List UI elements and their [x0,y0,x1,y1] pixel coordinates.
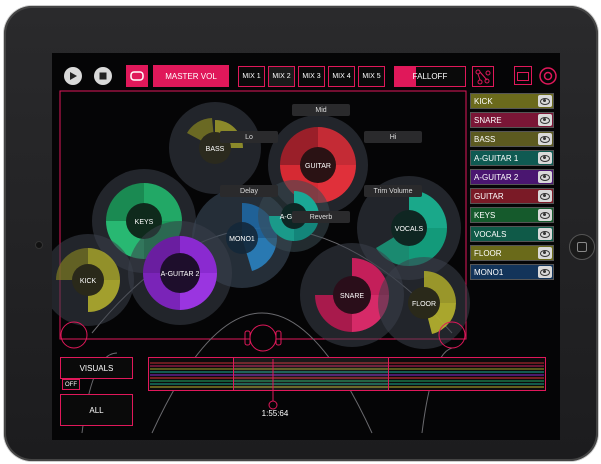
track-label: VOCALS [474,229,507,239]
app-screen: MASTER VOL MIX 1 MIX 2 MIX 3 MIX 4 MIX 5… [52,53,560,440]
timeline[interactable] [148,357,548,427]
time-readout: 1:55:64 [261,409,289,418]
eye-icon[interactable] [538,190,552,202]
track-label: SNARE [474,115,502,125]
node-label: MONO1 [229,236,255,243]
track-label: KICK [474,96,493,106]
track-item-a-guitar-2[interactable]: A-GUITAR 2 [470,169,554,185]
track-item-vocals[interactable]: VOCALS [470,226,554,242]
effect-tag-reverb[interactable]: Reverb [292,211,350,223]
playhead-handle[interactable] [268,400,278,410]
eye-icon[interactable] [538,247,552,259]
track-item-kick[interactable]: KICK [470,93,554,109]
track-label: A-GUITAR 1 [474,153,519,163]
track-label: A-GUITAR 2 [474,172,519,182]
all-label: ALL [89,405,104,415]
effect-tag-label: Hi [389,133,397,141]
visuals-label: VISUALS [79,363,114,373]
node-label: A-GUITAR 2 [161,271,200,278]
effect-tag-label: Reverb [309,213,333,221]
node-label: FLOOR [412,301,436,308]
eye-icon[interactable] [538,209,552,221]
visuals-button[interactable]: VISUALS [60,357,133,379]
effect-tag-label: Lo [245,133,253,141]
track-label: MONO1 [474,267,504,277]
effect-tag-lo[interactable]: Lo [220,131,278,143]
track-item-floor[interactable]: FLOOR [470,245,554,261]
node-bass[interactable]: BASS [169,102,261,194]
track-item-mono1[interactable]: MONO1 [470,264,554,280]
node-label: KEYS [135,219,154,226]
corner-handle-left[interactable] [60,321,88,349]
eye-icon[interactable] [538,171,552,183]
node-a-guitar-2[interactable]: A-GUITAR 2 [128,221,232,325]
all-button[interactable]: ALL [60,394,133,426]
node-label: GUITAR [305,163,331,170]
listener-head-handle[interactable] [244,324,282,352]
effect-tag-hi[interactable]: Hi [364,131,422,143]
visuals-toggle[interactable]: OFF [62,379,80,390]
ipad-device: MASTER VOL MIX 1 MIX 2 MIX 3 MIX 4 MIX 5… [4,6,598,461]
track-label: BASS [474,134,496,144]
loop-region[interactable] [234,358,388,390]
effect-tag-label: Delay [240,187,258,195]
effect-tag-delay[interactable]: Delay [220,185,278,197]
eye-icon[interactable] [538,133,552,145]
eye-icon[interactable] [538,228,552,240]
effect-tag-label: Trim Volume [373,187,413,195]
effect-tag-label: Mid [315,106,327,114]
node-floor[interactable]: FLOOR [378,257,470,349]
track-item-bass[interactable]: BASS [470,131,554,147]
track-item-snare[interactable]: SNARE [470,112,554,128]
node-label: BASS [206,146,225,153]
track-item-keys[interactable]: KEYS [470,207,554,223]
front-camera [35,241,43,249]
node-label: KICK [80,278,97,285]
node-label: SNARE [340,293,364,300]
visuals-state: OFF [65,381,77,388]
home-button[interactable] [569,234,595,260]
effect-tag-trim-volume[interactable]: Trim Volume [364,185,422,197]
track-label: FLOOR [474,248,502,258]
track-label: GUITAR [474,191,504,201]
track-label: KEYS [474,210,496,220]
node-label: VOCALS [395,226,424,233]
eye-icon[interactable] [538,266,552,278]
eye-icon[interactable] [538,95,552,107]
eye-icon[interactable] [538,114,552,126]
track-item-a-guitar-1[interactable]: A-GUITAR 1 [470,150,554,166]
node-label: A-G [280,214,292,221]
eye-icon[interactable] [538,152,552,164]
effect-tag-mid[interactable]: Mid [292,104,350,116]
track-item-guitar[interactable]: GUITAR [470,188,554,204]
